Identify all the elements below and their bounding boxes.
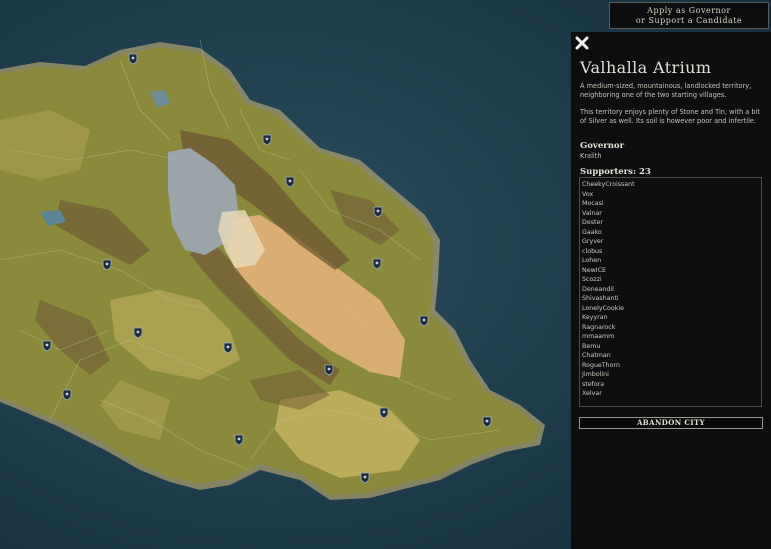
shield-marker-icon[interactable] bbox=[133, 327, 143, 339]
supporter-item: Deneandil bbox=[582, 285, 614, 293]
supporter-item: Mocasi bbox=[582, 200, 604, 207]
shield-marker-icon[interactable] bbox=[419, 315, 429, 327]
supporter-item: Xelvar bbox=[582, 390, 602, 397]
supporter-item: Chatman bbox=[582, 352, 611, 359]
shield-marker-icon[interactable] bbox=[482, 416, 492, 428]
close-icon[interactable] bbox=[575, 36, 589, 50]
supporter-item: Scozzi bbox=[582, 276, 602, 283]
territory-description: A medium-sized, mountainous, landlocked … bbox=[580, 82, 752, 99]
governor-label: Governor bbox=[580, 141, 625, 151]
apply-line1: Apply as Governor bbox=[647, 6, 731, 15]
supporters-list[interactable]: CheekyCroissant Vox Mocasi Valnar Dester Gaak… bbox=[579, 177, 762, 407]
supporter-item: Gaako bbox=[582, 228, 602, 236]
apply-governor-button[interactable]: Apply as Governor or Support a Candidate bbox=[609, 2, 769, 29]
shield-marker-icon[interactable] bbox=[285, 176, 295, 188]
governor-name: Kralith bbox=[580, 152, 602, 160]
territory-panel: Valhalla Atrium A medium-sized, mountain… bbox=[571, 32, 771, 549]
shield-marker-icon[interactable] bbox=[373, 206, 383, 218]
supporter-item: Ragnarock bbox=[582, 323, 616, 331]
supporter-item: mmaamm bbox=[582, 333, 615, 340]
territory-title: Valhalla Atrium bbox=[580, 58, 712, 77]
supporter-item: Vox bbox=[582, 190, 594, 198]
supporter-item: Lohen bbox=[582, 257, 602, 264]
shield-marker-icon[interactable] bbox=[324, 364, 334, 376]
territory-resources: This territory enjoys plenty of Stone an… bbox=[580, 108, 760, 125]
shield-marker-icon[interactable] bbox=[262, 134, 272, 146]
supporter-item: Shivashanti bbox=[582, 295, 619, 302]
supporter-item: clobus bbox=[582, 247, 603, 255]
shield-marker-icon[interactable] bbox=[62, 389, 72, 401]
supporter-item: Valnar bbox=[582, 209, 602, 217]
shield-marker-icon[interactable] bbox=[372, 258, 382, 270]
supporter-item: Keyyran bbox=[582, 314, 608, 321]
apply-line2: or Support a Candidate bbox=[635, 16, 743, 25]
shield-marker-icon[interactable] bbox=[102, 259, 112, 271]
shield-marker-icon[interactable] bbox=[360, 472, 370, 484]
shield-marker-icon[interactable] bbox=[234, 434, 244, 446]
supporter-item: Gryver bbox=[582, 238, 604, 245]
shield-marker-icon[interactable] bbox=[379, 407, 389, 419]
supporter-item: NewICE bbox=[582, 266, 606, 274]
supporter-item: LonelyCookie bbox=[582, 304, 624, 312]
supporter-item: Jimbolini bbox=[582, 371, 609, 378]
supporter-item: Bemu bbox=[582, 342, 601, 350]
supporter-item: stefora bbox=[582, 380, 605, 388]
supporter-item: CheekyCroissant bbox=[582, 181, 635, 188]
supporters-label: Supporters: 23 bbox=[580, 167, 651, 177]
supporter-item: Dester bbox=[582, 219, 603, 226]
shield-marker-icon[interactable] bbox=[128, 53, 138, 65]
shield-marker-icon[interactable] bbox=[42, 340, 52, 352]
abandon-city-button[interactable]: ABANDON CITY bbox=[579, 417, 763, 429]
supporter-item: RogueThorn bbox=[582, 361, 620, 369]
shield-marker-icon[interactable] bbox=[223, 342, 233, 354]
